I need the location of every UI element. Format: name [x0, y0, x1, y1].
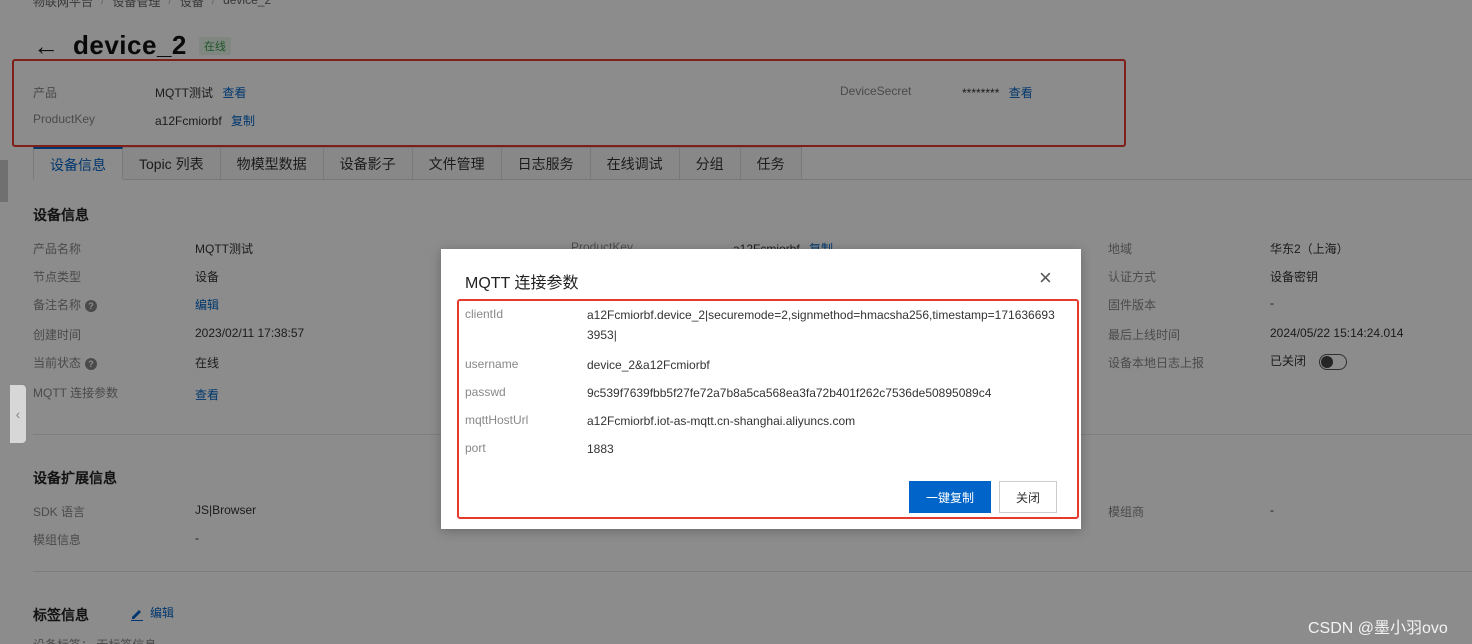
sidebar-collapse-handle[interactable]: ‹ [10, 385, 26, 443]
close-icon[interactable]: × [1039, 267, 1052, 289]
highlight-box-dialog [457, 299, 1079, 519]
dialog-title: MQTT 连接参数 [465, 275, 579, 292]
mqtt-params-dialog: MQTT 连接参数 × clientId a12Fcmiorbf.device_… [441, 249, 1081, 529]
watermark: CSDN @墨小羽ovo [1308, 620, 1448, 637]
